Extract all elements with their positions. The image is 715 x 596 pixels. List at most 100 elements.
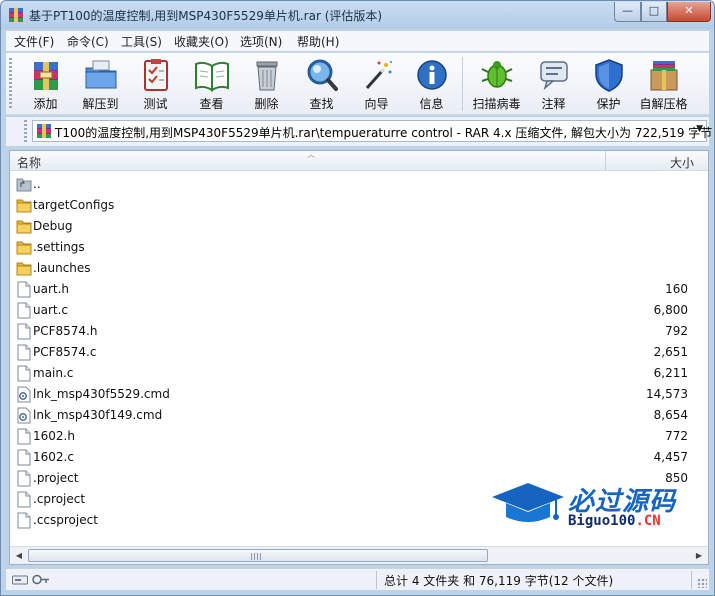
address-bar: T100的温度控制,用到MSP430F5529单片机.rar\tempuerat… bbox=[6, 117, 712, 146]
protect-button[interactable]: 保护 bbox=[581, 56, 636, 112]
folder-icon bbox=[16, 218, 32, 235]
info-icon bbox=[417, 60, 447, 90]
test-button[interactable]: 测试 bbox=[128, 56, 183, 112]
file-name: 1602.c bbox=[33, 450, 74, 464]
file-row[interactable]: 1602.c 4,457 bbox=[10, 447, 708, 468]
path-field[interactable]: T100的温度控制,用到MSP430F5529单片机.rar\tempuerat… bbox=[32, 120, 712, 142]
chevron-down-icon[interactable]: ▼ bbox=[696, 124, 703, 134]
file-name: main.c bbox=[33, 366, 74, 380]
file-name: lnk_msp430f5529.cmd bbox=[33, 387, 170, 401]
column-divider[interactable] bbox=[605, 151, 606, 171]
menu-commands[interactable]: 命令(C) bbox=[67, 33, 109, 50]
comment-button[interactable]: 注释 bbox=[526, 56, 581, 112]
sfx-label: 自解压格 bbox=[639, 97, 688, 111]
menu-file[interactable]: 文件(F) bbox=[14, 33, 54, 50]
menu-bar: 文件(F) 命令(C) 工具(S) 收藏夹(O) 选项(N) 帮助(H) bbox=[6, 31, 709, 51]
column-header-name[interactable]: 名称 bbox=[17, 154, 41, 171]
file-name: .project bbox=[33, 471, 79, 485]
minimize-button[interactable]: — bbox=[614, 2, 641, 22]
file-name: .cproject bbox=[33, 492, 86, 506]
toolbar-separator bbox=[462, 57, 463, 111]
file-size: 8,654 bbox=[653, 408, 688, 422]
file-row[interactable]: targetConfigs bbox=[10, 195, 708, 216]
file-icon bbox=[16, 365, 32, 382]
menu-tools[interactable]: 工具(S) bbox=[121, 33, 162, 50]
file-name: lnk_msp430f149.cmd bbox=[33, 408, 163, 422]
winrar-window: 基于PT100的温度控制,用到MSP430F5529单片机.rar (评估版本)… bbox=[0, 0, 715, 596]
file-row[interactable]: 1602.h 772 bbox=[10, 426, 708, 447]
archive-icon bbox=[37, 124, 51, 138]
scroll-grip bbox=[251, 553, 261, 560]
magnifier-icon bbox=[307, 59, 338, 91]
toolbar-grip[interactable] bbox=[9, 58, 12, 110]
file-row[interactable]: main.c 6,211 bbox=[10, 363, 708, 384]
horizontal-scrollbar[interactable]: ◀ ▶ bbox=[10, 546, 708, 564]
maximize-button[interactable]: □ bbox=[641, 2, 667, 22]
find-button[interactable]: 查找 bbox=[294, 56, 349, 112]
file-size: 160 bbox=[665, 282, 688, 296]
view-button[interactable]: 查看 bbox=[184, 56, 239, 112]
scroll-left-icon[interactable]: ◀ bbox=[11, 548, 27, 563]
file-size: 6,211 bbox=[653, 366, 688, 380]
file-size: 6,800 bbox=[653, 303, 688, 317]
watermark-en-main: Biguo100 bbox=[568, 513, 636, 529]
file-size: 4,457 bbox=[653, 450, 688, 464]
add-button[interactable]: 添加 bbox=[18, 56, 73, 112]
file-name: 1602.h bbox=[33, 429, 75, 443]
graduation-cap-icon bbox=[492, 483, 564, 522]
file-size: 2,651 bbox=[653, 345, 688, 359]
file-row[interactable]: PCF8574.h 792 bbox=[10, 321, 708, 342]
menu-help[interactable]: 帮助(H) bbox=[297, 33, 339, 50]
comment-label: 注释 bbox=[541, 97, 566, 111]
column-header-size[interactable]: 大小 bbox=[670, 154, 694, 171]
wizard-label: 向导 bbox=[364, 97, 389, 111]
file-row[interactable]: Debug bbox=[10, 216, 708, 237]
toolbar: 添加 解压到 测试 查看 删除 查找 向导 信息 扫描病毒 注释 保护 自解压格 bbox=[6, 52, 709, 115]
file-row[interactable]: lnk_msp430f5529.cmd 14,573 bbox=[10, 384, 708, 405]
sfx-button[interactable]: 自解压格 bbox=[636, 56, 691, 112]
file-row[interactable]: .settings bbox=[10, 237, 708, 258]
wizard-wand-icon bbox=[365, 61, 392, 89]
shield-icon bbox=[595, 59, 623, 92]
file-name: .. bbox=[33, 177, 41, 191]
file-name: Debug bbox=[33, 219, 73, 233]
file-row[interactable]: uart.c 6,800 bbox=[10, 300, 708, 321]
file-row[interactable]: uart.h 160 bbox=[10, 279, 708, 300]
resize-grip[interactable] bbox=[697, 578, 707, 588]
extract-folder-icon bbox=[85, 60, 117, 89]
close-button[interactable]: ✕ bbox=[667, 2, 711, 22]
biguo-watermark: 必过源码 Biguo100.CN bbox=[490, 481, 690, 531]
delete-button[interactable]: 删除 bbox=[239, 56, 294, 112]
add-label: 添加 bbox=[33, 97, 58, 111]
status-separator bbox=[691, 571, 692, 589]
info-label: 信息 bbox=[419, 97, 444, 111]
extract-to-button[interactable]: 解压到 bbox=[73, 56, 128, 112]
virus-scan-button[interactable]: 扫描病毒 bbox=[469, 56, 524, 112]
key-icon bbox=[32, 574, 49, 585]
address-grip[interactable] bbox=[24, 120, 27, 142]
folder-icon bbox=[16, 260, 32, 277]
menu-favorites[interactable]: 收藏夹(O) bbox=[174, 33, 229, 50]
file-row[interactable]: lnk_msp430f149.cmd 8,654 bbox=[10, 405, 708, 426]
scroll-right-icon[interactable]: ▶ bbox=[691, 548, 707, 563]
file-size: 772 bbox=[665, 429, 688, 443]
test-label: 测试 bbox=[143, 97, 168, 111]
file-row[interactable]: PCF8574.c 2,651 bbox=[10, 342, 708, 363]
watermark-en-suffix: .CN bbox=[635, 513, 661, 529]
file-row[interactable]: .. bbox=[10, 174, 708, 195]
file-size: 14,573 bbox=[646, 387, 688, 401]
scroll-thumb[interactable] bbox=[28, 549, 488, 562]
protect-label: 保护 bbox=[596, 97, 621, 111]
title-bar[interactable]: 基于PT100的温度控制,用到MSP430F5529单片机.rar (评估版本)… bbox=[1, 1, 714, 29]
file-icon bbox=[16, 428, 32, 445]
watermark-en-text: Biguo100.CN bbox=[568, 513, 661, 529]
file-icon bbox=[16, 281, 32, 298]
wizard-button[interactable]: 向导 bbox=[349, 56, 404, 112]
menu-options[interactable]: 选项(N) bbox=[240, 33, 282, 50]
file-icon bbox=[16, 323, 32, 340]
file-row[interactable]: .launches bbox=[10, 258, 708, 279]
info-button[interactable]: 信息 bbox=[404, 56, 459, 112]
folder-icon bbox=[16, 239, 32, 256]
file-name: PCF8574.c bbox=[33, 345, 97, 359]
file-name: .launches bbox=[33, 261, 91, 275]
